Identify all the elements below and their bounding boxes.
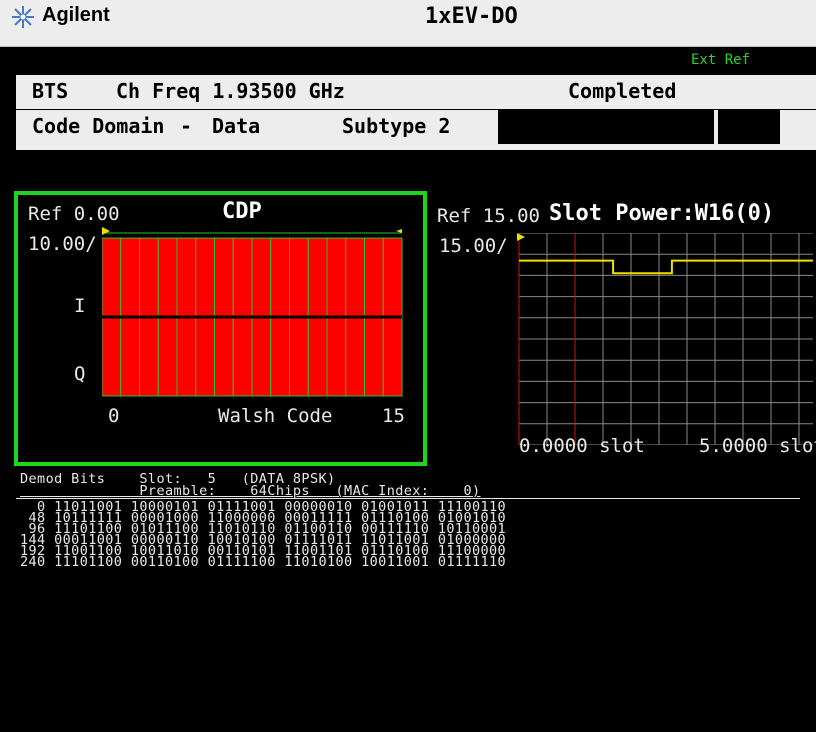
cdp-bar-i — [232, 237, 253, 318]
cdp-bar-q — [326, 316, 347, 397]
cdp-bar-i — [289, 237, 309, 318]
cdp-bar-q — [382, 316, 403, 397]
cdp-panel[interactable]: Ref 0.00 CDP 10.00/ I Q 0 Walsh Code 15 — [14, 191, 427, 466]
cdp-bar-i — [157, 237, 178, 318]
channel-frequency: Ch Freq 1.93500 GHz — [116, 79, 345, 103]
cdp-bar-i — [251, 237, 272, 318]
cdp-bar-q — [307, 316, 328, 397]
data-label: Data — [212, 114, 261, 138]
status-field — [498, 110, 714, 144]
cdp-bar-i — [195, 237, 215, 318]
cdp-q-label: Q — [74, 363, 86, 385]
cdp-scale: 10.00/ — [28, 233, 97, 255]
demod-row: 240 11101100 00110100 01111100 11010100 … — [20, 554, 507, 570]
cdp-bar-i — [176, 237, 197, 318]
cdp-i-label: I — [74, 295, 86, 317]
slot-power-trace — [519, 259, 813, 275]
cdp-bar-q — [232, 316, 253, 397]
separator-dash: - — [180, 114, 193, 138]
slot-left-marker — [517, 233, 525, 241]
cdp-bar-i — [364, 237, 384, 318]
ext-ref-indicator: Ext Ref — [690, 52, 750, 68]
cdp-bar-i — [139, 237, 159, 318]
cdp-plot — [102, 227, 403, 397]
cdp-bar-q — [102, 316, 122, 397]
slot-ref: Ref 15.00 — [437, 205, 540, 227]
mode-title: 1xEV-DO — [425, 4, 518, 29]
cdp-bar-i — [270, 237, 290, 318]
measurement-name: Code Domain — [32, 114, 165, 138]
cdp-bar-q — [270, 316, 290, 397]
cdp-bar-q — [195, 316, 215, 397]
cdp-x-label: Walsh Code — [218, 405, 333, 427]
cdp-left-marker — [102, 227, 110, 235]
slot-power-panel[interactable]: Ref 15.00 Slot Power:W16(0) 15.00/ 0.000… — [427, 191, 816, 462]
brand-name: Agilent — [42, 4, 110, 26]
cdp-bar-i — [307, 237, 328, 318]
slot-power-plot — [517, 233, 813, 445]
cdp-bar-q — [345, 316, 365, 397]
cdp-bar-q — [120, 316, 140, 397]
cdp-bar-i — [214, 237, 234, 318]
cdp-bar-i — [102, 237, 122, 318]
demod-bits-panel: Demod Bits Slot: 5 (DATA 8PSK) Preamble:… — [16, 470, 816, 732]
cdp-bar-q — [157, 316, 178, 397]
cdp-x-min: 0 — [108, 405, 120, 427]
agilent-logo-icon — [12, 6, 34, 28]
cdp-bar-q — [251, 316, 272, 397]
demod-preamble: Preamble: 64Chips (MAC Index: 0) — [20, 483, 481, 499]
cdp-bar-i — [382, 237, 403, 318]
title-bar: Agilent 1xEV-DO — [0, 0, 816, 47]
cdp-bar-q — [364, 316, 384, 397]
cdp-bar-q — [214, 316, 234, 397]
slot-x-min: 0.0000 slot — [519, 435, 645, 457]
slot-scale: 15.00/ — [439, 235, 508, 257]
cdp-title: CDP — [222, 199, 262, 224]
measurement-state: Completed — [568, 79, 677, 103]
cdp-ref: Ref 0.00 — [28, 203, 120, 225]
cdp-bar-q — [139, 316, 159, 397]
slot-x-max: 5.0000 slot — [699, 435, 816, 457]
status-row: BTS Ch Freq 1.93500 GHz Completed — [16, 75, 816, 109]
slot-title: Slot Power:W16(0) — [549, 201, 775, 226]
cdp-x-max: 15 — [382, 405, 405, 427]
cdp-bar-i — [345, 237, 365, 318]
cdp-bar-i — [120, 237, 140, 318]
device-label: BTS — [32, 79, 69, 103]
cdp-bar-i — [326, 237, 347, 318]
status-field-small — [718, 110, 780, 144]
cdp-bar-q — [289, 316, 309, 397]
cdp-bar-q — [176, 316, 197, 397]
cdp-right-marker — [396, 229, 402, 233]
subtype-label: Subtype 2 — [342, 114, 451, 138]
measurement-row: Code Domain - Data Subtype 2 — [16, 110, 816, 150]
